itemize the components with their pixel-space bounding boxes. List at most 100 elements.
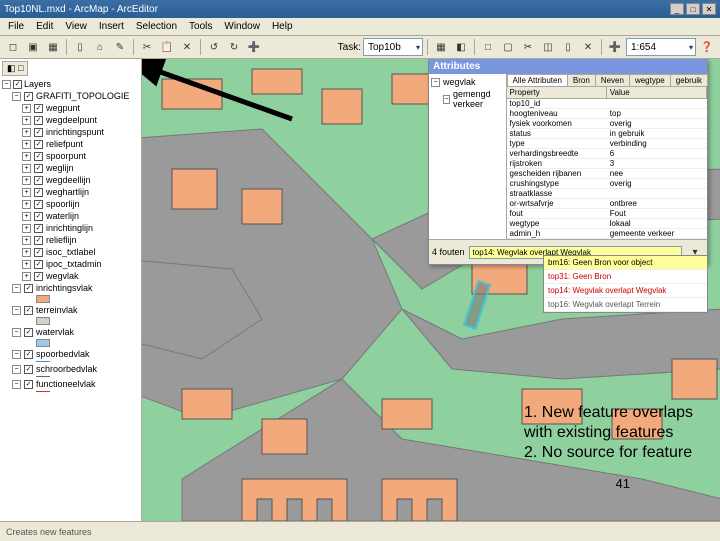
checkbox-icon[interactable]: ✓ — [34, 164, 43, 173]
tab-wegtype[interactable]: wegtype — [629, 74, 671, 86]
expander-icon[interactable]: − — [431, 78, 440, 87]
expander-icon[interactable]: − — [12, 380, 21, 389]
tab-gebruik[interactable]: gebruik — [670, 74, 708, 86]
layer-item[interactable]: +✓inrichtingspunt — [22, 126, 139, 138]
layer-item[interactable]: +✓waterlijn — [22, 210, 139, 222]
tab-all[interactable]: Alle Attributen — [507, 74, 568, 86]
tree-item[interactable]: − wegvlak — [431, 76, 504, 88]
expander-icon[interactable]: + — [22, 188, 31, 197]
tool-pan-icon[interactable]: □ — [479, 38, 497, 56]
checkbox-icon[interactable]: ✓ — [24, 284, 33, 293]
layer-item[interactable]: +✓weglijn — [22, 162, 139, 174]
expander-icon[interactable]: − — [12, 284, 21, 293]
tool-new-icon[interactable]: ◻ — [4, 38, 22, 56]
tool-undo-icon[interactable]: ↺ — [205, 38, 223, 56]
property-row[interactable]: straatklasse — [507, 189, 707, 199]
tab-neven[interactable]: Neven — [595, 74, 630, 86]
expander-icon[interactable]: − — [2, 80, 11, 89]
checkbox-icon[interactable]: ✓ — [34, 212, 43, 221]
error-row[interactable]: top14: Wegvlak overlapt Wegvlak — [544, 284, 707, 298]
checkbox-icon[interactable]: ✓ — [34, 224, 43, 233]
property-row[interactable]: admin_hgemeente verkeer — [507, 229, 707, 239]
expander-icon[interactable]: + — [22, 272, 31, 281]
property-row[interactable]: or-wrtsafvrjeontbree — [507, 199, 707, 209]
minimize-button[interactable]: _ — [670, 3, 684, 15]
checkbox-icon[interactable]: ✓ — [34, 260, 43, 269]
checkbox-icon[interactable]: ✓ — [34, 188, 43, 197]
menu-edit[interactable]: Edit — [30, 19, 59, 34]
checkbox-icon[interactable]: ✓ — [24, 380, 33, 389]
tool-identify-icon[interactable]: ✂ — [519, 38, 537, 56]
tool-open-icon[interactable]: ▣ — [24, 38, 42, 56]
checkbox-icon[interactable]: ✓ — [34, 176, 43, 185]
tool-find-icon[interactable]: ◫ — [539, 38, 557, 56]
property-row[interactable]: top10_id — [507, 99, 707, 109]
maximize-button[interactable]: □ — [686, 3, 700, 15]
expander-icon[interactable]: + — [22, 200, 31, 209]
error-row[interactable]: top31: Geen Bron — [544, 270, 707, 284]
layer-item[interactable]: +✓spoorpunt — [22, 150, 139, 162]
expander-icon[interactable]: + — [22, 152, 31, 161]
property-row[interactable]: typeverbinding — [507, 139, 707, 149]
checkbox-icon[interactable]: ✓ — [24, 328, 33, 337]
checkbox-icon[interactable]: ✓ — [34, 152, 43, 161]
property-row[interactable]: foutFout — [507, 209, 707, 219]
menu-selection[interactable]: Selection — [130, 19, 183, 34]
expander-icon[interactable]: + — [22, 260, 31, 269]
property-row[interactable]: verhardingsbreedte6 — [507, 149, 707, 159]
property-row[interactable]: fysiek voorkomenoverig — [507, 119, 707, 129]
layer-item[interactable]: −✓inrichtingsvlak — [12, 282, 139, 294]
scale-combo[interactable]: 1:654 — [626, 38, 696, 56]
expander-icon[interactable]: + — [22, 116, 31, 125]
tool-zoom-icon[interactable]: ◧ — [452, 38, 470, 56]
menu-insert[interactable]: Insert — [93, 19, 130, 34]
checkbox-icon[interactable]: ✓ — [34, 140, 43, 149]
tool-save-icon[interactable]: ▦ — [44, 38, 62, 56]
property-row[interactable]: gescheiden rijbanennee — [507, 169, 707, 179]
checkbox-icon[interactable]: ✓ — [24, 365, 33, 374]
checkbox-icon[interactable]: ✓ — [34, 104, 43, 113]
tool-clear-icon[interactable]: ✕ — [579, 38, 597, 56]
task-combo[interactable]: Top10b — [363, 38, 423, 56]
layer-item[interactable]: −✓schroorbedvlak — [12, 363, 139, 375]
error-row[interactable]: top16: Wegvlak overlapt Terrein — [544, 298, 707, 312]
tree-item[interactable]: − gemengd verkeer — [431, 88, 504, 110]
tool-print-icon[interactable]: ▯ — [71, 38, 89, 56]
tool-plus-icon[interactable]: ➕ — [606, 38, 624, 56]
checkbox-icon[interactable]: ✓ — [13, 80, 22, 89]
checkbox-icon[interactable]: ✓ — [24, 350, 33, 359]
expander-icon[interactable]: − — [12, 328, 21, 337]
expander-icon[interactable]: + — [22, 128, 31, 137]
layer-item[interactable]: −✓watervlak — [12, 326, 139, 338]
expander-icon[interactable]: + — [22, 224, 31, 233]
layer-item[interactable]: +✓ipoc_txtadmin — [22, 258, 139, 270]
tool-select-icon[interactable]: ▦ — [432, 38, 450, 56]
menu-help[interactable]: Help — [266, 19, 299, 34]
checkbox-icon[interactable]: ✓ — [34, 248, 43, 257]
expander-icon[interactable]: + — [22, 104, 31, 113]
checkbox-icon[interactable]: ✓ — [24, 92, 33, 101]
checkbox-icon[interactable]: ✓ — [24, 306, 33, 315]
menu-view[interactable]: View — [59, 19, 93, 34]
expander-icon[interactable]: + — [22, 248, 31, 257]
tool-delete-icon[interactable]: ✕ — [178, 38, 196, 56]
checkbox-icon[interactable]: ✓ — [34, 116, 43, 125]
layer-item[interactable]: +✓isoc_txtlabel — [22, 246, 139, 258]
expander-icon[interactable]: + — [22, 236, 31, 245]
property-row[interactable]: wegtypelokaal — [507, 219, 707, 229]
property-row[interactable]: rijstroken3 — [507, 159, 707, 169]
layer-item[interactable]: +✓wegvlak — [22, 270, 139, 282]
tool-help-icon[interactable]: ❓ — [698, 38, 716, 56]
layer-item[interactable]: +✓wegpunt — [22, 102, 139, 114]
layer-group[interactable]: − ✓ GRAFITI_TOPOLOGIE — [12, 90, 139, 102]
layer-item[interactable]: −✓terreinvlak — [12, 304, 139, 316]
menu-file[interactable]: File — [2, 19, 30, 34]
checkbox-icon[interactable]: ✓ — [34, 272, 43, 281]
tool-home-icon[interactable]: ⌂ — [91, 38, 109, 56]
layer-item[interactable]: +✓spoorlijn — [22, 198, 139, 210]
map-view[interactable]: Attributes − wegvlak − gemengd verkeer A… — [142, 59, 720, 521]
tool-cut-icon[interactable]: ✂ — [138, 38, 156, 56]
layer-item[interactable]: +✓wegdeellijn — [22, 174, 139, 186]
toc-display-tab[interactable]: ◧ □ — [2, 61, 28, 76]
layer-item[interactable]: +✓inrichtinglijn — [22, 222, 139, 234]
